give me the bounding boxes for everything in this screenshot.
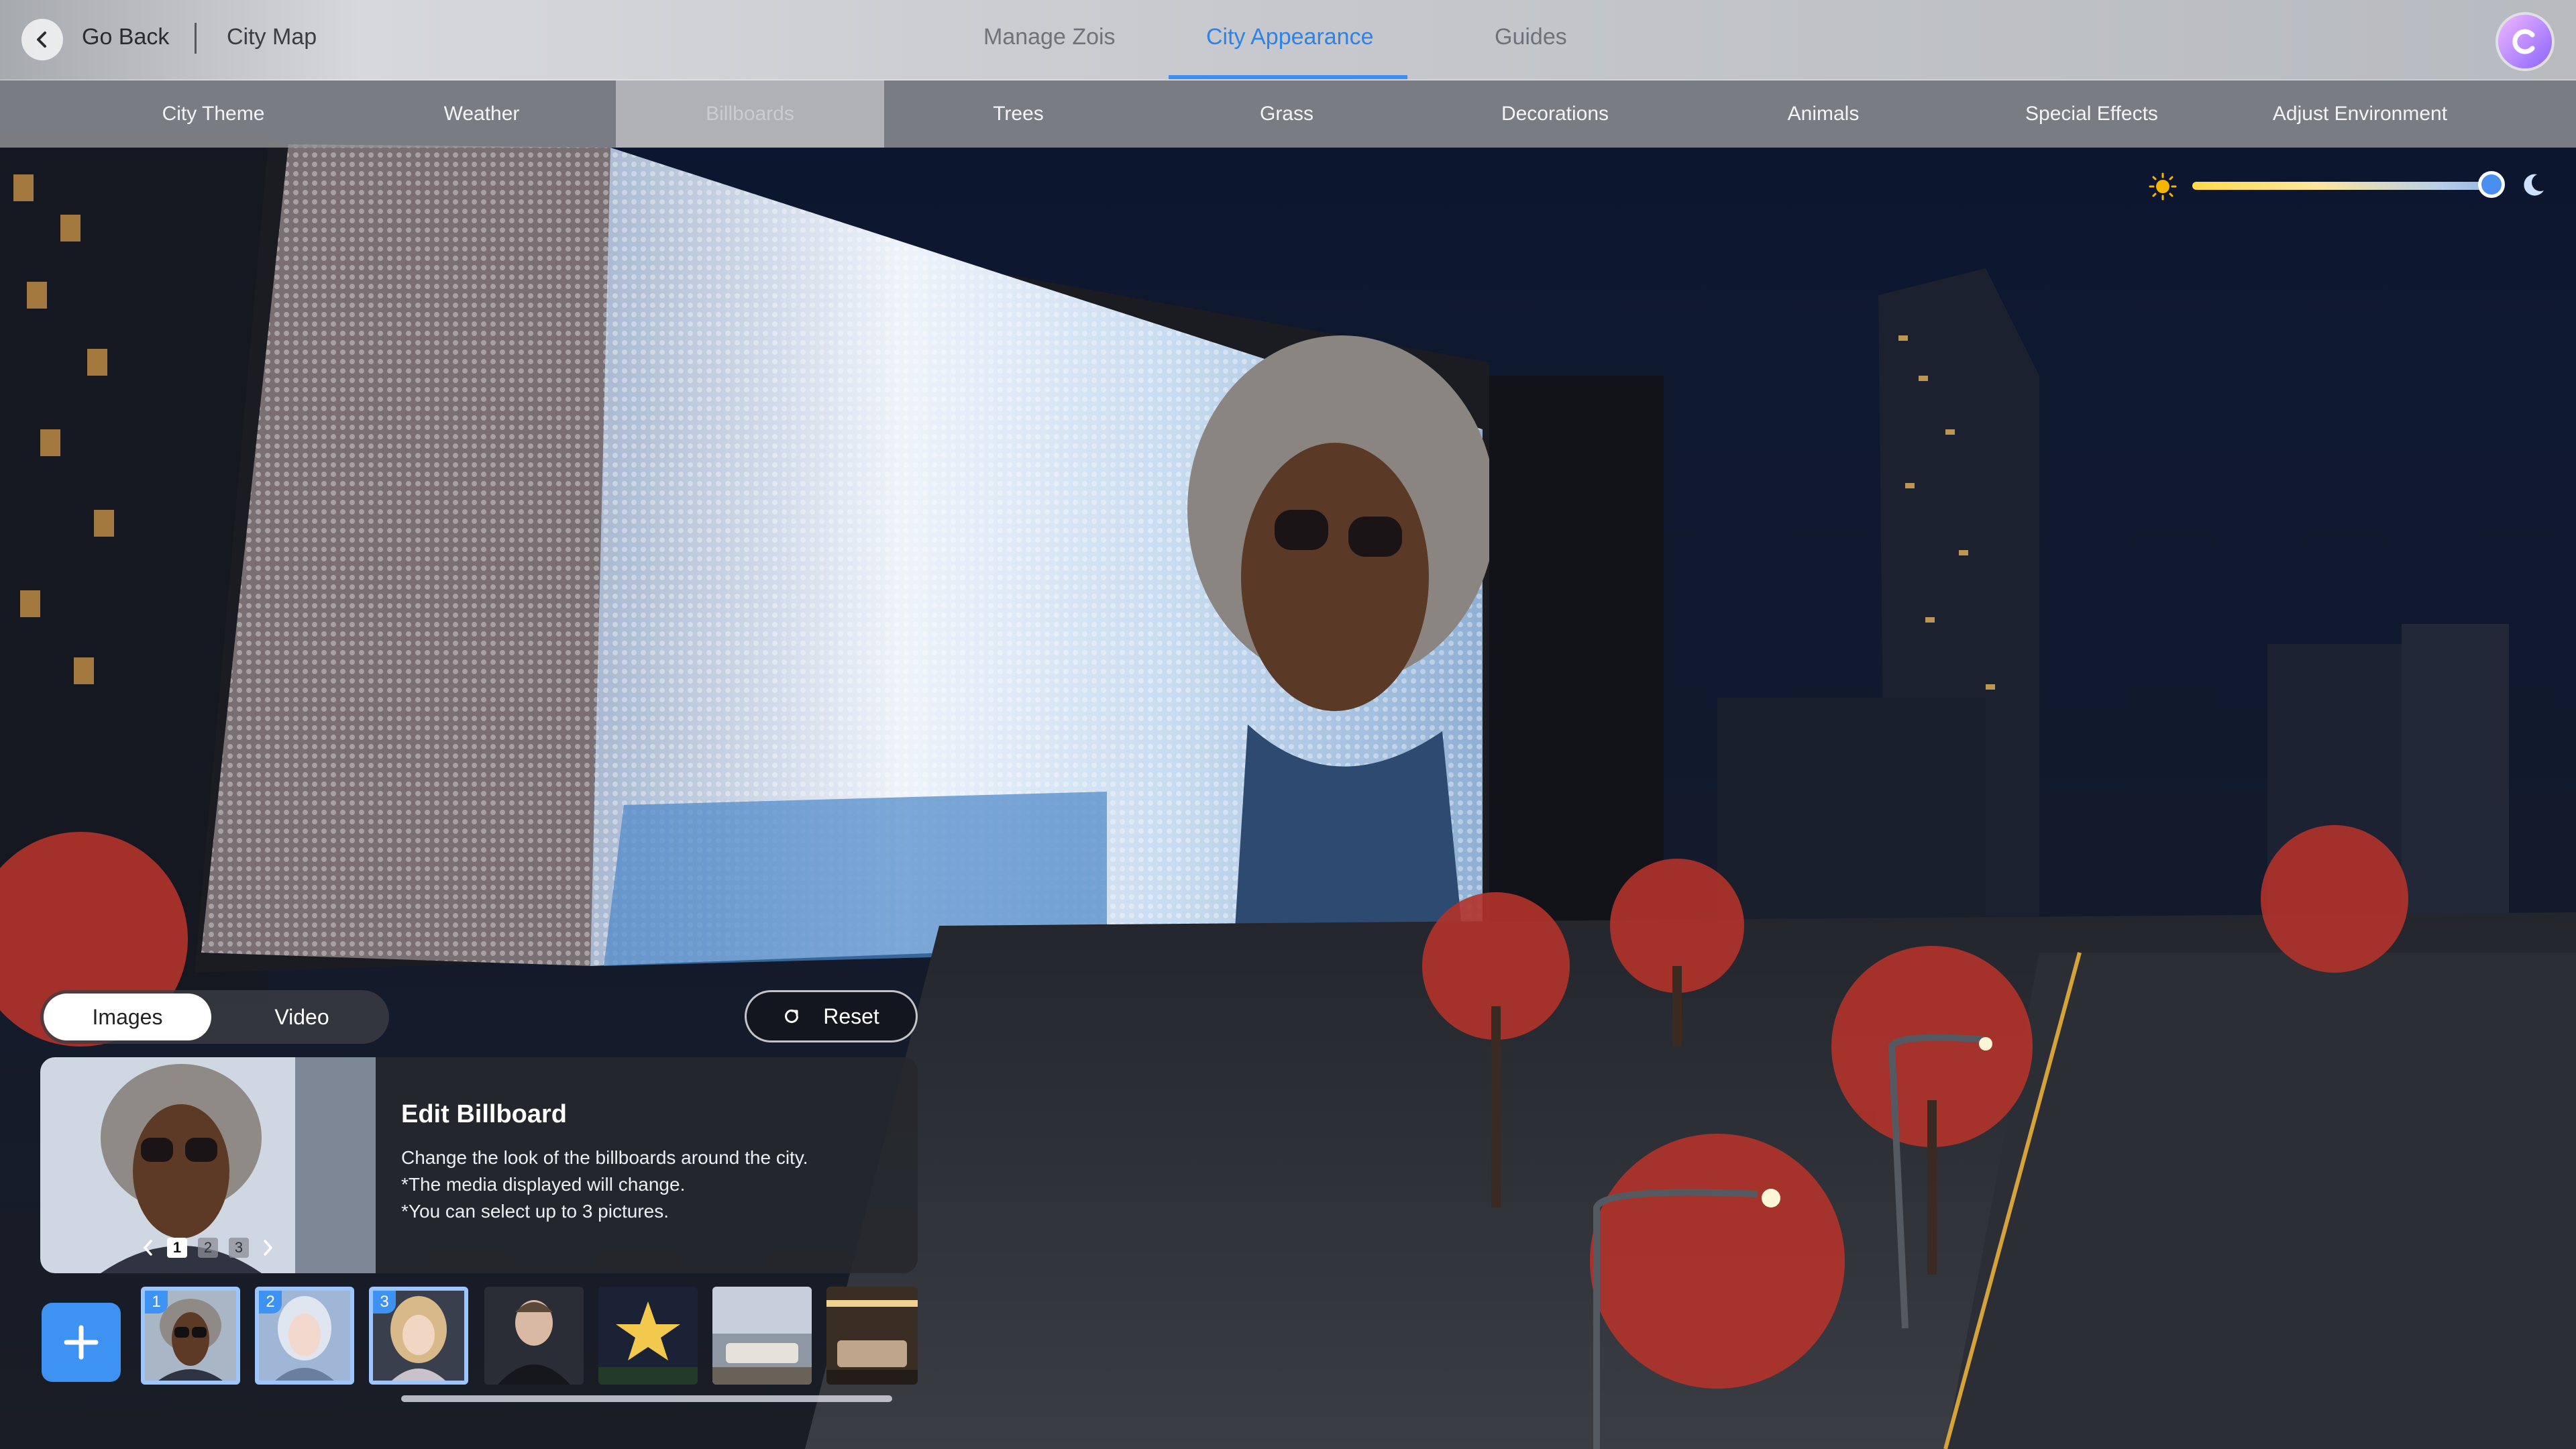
edit-billboard-description: Change the look of the billboards around…: [401, 1147, 808, 1168]
subtab-grass[interactable]: Grass: [1152, 80, 1421, 148]
breadcrumb-separator: [195, 23, 197, 54]
thumbnail-image: [598, 1287, 698, 1385]
media-thumbnail-6[interactable]: [712, 1287, 812, 1385]
time-of-day-slider[interactable]: [2192, 182, 2501, 190]
user-avatar[interactable]: [2498, 15, 2552, 68]
active-tab-indicator: [1169, 75, 1407, 79]
tab-city-appearance[interactable]: City Appearance: [1206, 24, 1374, 50]
thumbnail-image: [712, 1287, 812, 1385]
thumbnail-scrollbar[interactable]: [401, 1395, 892, 1402]
media-thumbnail-4[interactable]: [484, 1287, 584, 1385]
city-map-link[interactable]: City Map: [227, 24, 317, 50]
subtab-billboards[interactable]: Billboards: [616, 80, 884, 148]
tab-manage-zois[interactable]: Manage Zois: [983, 24, 1116, 50]
thumbnail-image: [484, 1287, 584, 1385]
moon-icon: [2524, 174, 2544, 196]
subtab-weather[interactable]: Weather: [347, 80, 616, 148]
subtab-special-effects[interactable]: Special Effects: [1957, 80, 2226, 148]
refresh-icon: [785, 1009, 799, 1023]
edit-billboard-card: 1 2 3 Edit Billboard Change the look of …: [40, 1057, 918, 1273]
thumbnail-order-badge: 3: [373, 1291, 396, 1313]
chevron-left-icon: [37, 32, 46, 48]
go-back-label[interactable]: Go Back: [82, 24, 169, 50]
media-type-toggle: Images Video: [40, 990, 389, 1044]
sun-icon: [2149, 172, 2177, 201]
pager-page-2[interactable]: 2: [198, 1238, 218, 1258]
media-thumbnail-3[interactable]: 3: [369, 1287, 468, 1385]
go-back-button[interactable]: [21, 19, 63, 60]
top-bar: Go Back City Map Manage Zois City Appear…: [0, 0, 2576, 80]
thumbnail-order-badge: 1: [145, 1291, 168, 1313]
media-thumbnail-7[interactable]: [826, 1287, 918, 1385]
pager-page-1[interactable]: 1: [167, 1238, 187, 1258]
pager-page-3[interactable]: 3: [229, 1238, 249, 1258]
thumbnail-order-badge: 2: [259, 1291, 282, 1313]
tab-guides[interactable]: Guides: [1495, 24, 1567, 50]
appearance-subtabs: City Theme Weather Billboards Trees Gras…: [0, 80, 2576, 148]
media-thumbnail-5[interactable]: [598, 1287, 698, 1385]
images-toggle-button[interactable]: Images: [44, 994, 211, 1040]
chevron-left-icon[interactable]: [140, 1238, 156, 1258]
add-media-button[interactable]: [42, 1303, 121, 1382]
edit-billboard-title: Edit Billboard: [401, 1100, 567, 1128]
subtab-decorations[interactable]: Decorations: [1421, 80, 1689, 148]
subtab-animals[interactable]: Animals: [1689, 80, 1957, 148]
subtab-trees[interactable]: Trees: [884, 80, 1152, 148]
reset-button[interactable]: Reset: [745, 990, 918, 1042]
preview-pager: 1 2 3: [40, 1229, 376, 1267]
reset-label: Reset: [823, 1004, 879, 1028]
edit-billboard-note-media: *The media displayed will change.: [401, 1174, 686, 1195]
chevron-right-icon[interactable]: [260, 1238, 276, 1258]
media-thumbnail-1[interactable]: 1: [141, 1287, 240, 1385]
subtab-city-theme[interactable]: City Theme: [79, 80, 347, 148]
edit-billboard-note-limit: *You can select up to 3 pictures.: [401, 1201, 669, 1222]
logo-c-icon: [2512, 29, 2535, 54]
time-slider-thumb[interactable]: [2478, 171, 2506, 198]
thumbnail-image: [826, 1287, 918, 1385]
plus-icon: [64, 1325, 99, 1360]
video-toggle-button[interactable]: Video: [218, 994, 386, 1040]
subtab-adjust-environment[interactable]: Adjust Environment: [2226, 80, 2494, 148]
media-thumbnail-2[interactable]: 2: [255, 1287, 354, 1385]
